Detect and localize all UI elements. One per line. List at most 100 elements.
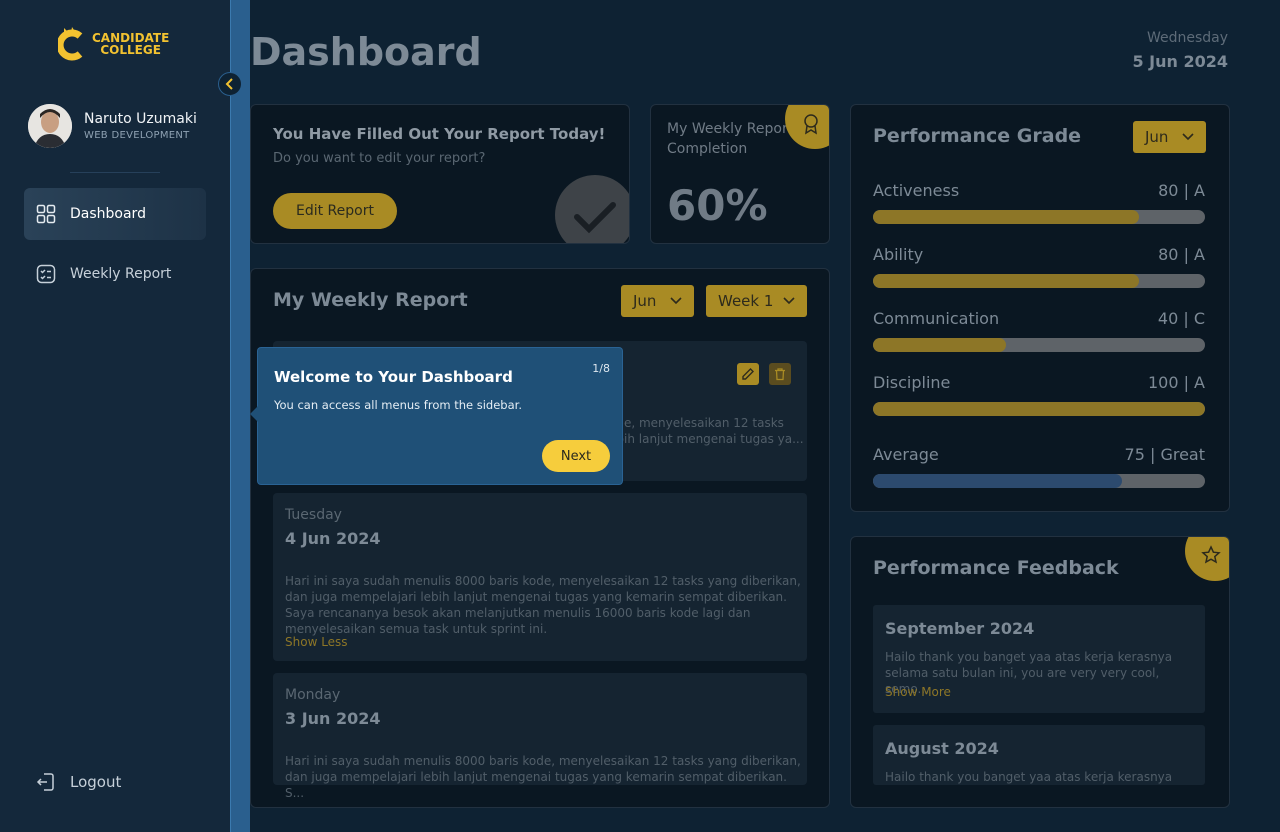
sidebar-item-label: Weekly Report (70, 266, 172, 282)
star-icon (1201, 545, 1221, 564)
metric-bar (873, 274, 1205, 288)
metric-name: Discipline (873, 373, 951, 392)
metric-bar (873, 338, 1205, 352)
report-filled-subtitle: Do you want to edit your report? (273, 151, 486, 166)
performance-grade-card: Performance Grade Jun Activeness 80 | A … (850, 104, 1230, 512)
feedback-item-september: September 2024 Hailo thank you banget ya… (873, 605, 1205, 713)
metric-activeness: Activeness 80 | A (873, 181, 1205, 224)
tooltip-next-button[interactable]: Next (542, 440, 610, 472)
report-day: Tuesday (285, 507, 342, 523)
report-text: Hari ini saya sudah menulis 8000 baris k… (285, 754, 801, 800)
edit-report-icon[interactable] (737, 363, 759, 385)
edit-report-button[interactable]: Edit Report (273, 193, 397, 229)
grid-icon (36, 204, 56, 224)
delete-report-icon[interactable] (769, 363, 791, 385)
date-day: Wednesday (1146, 30, 1228, 46)
metric-bar-fill (873, 338, 1006, 352)
performance-month-dropdown[interactable]: Jun (1133, 121, 1206, 153)
metric-bar (873, 402, 1205, 416)
feedback-text: Hailo thank you banget yaa atas kerja ke… (885, 770, 1173, 784)
metric-score: 100 | A (1147, 373, 1205, 392)
chevron-down-icon (1182, 133, 1194, 141)
metric-name: Communication (873, 309, 1000, 328)
performance-feedback-card: Performance Feedback September 2024 Hail… (850, 536, 1230, 808)
week-dropdown[interactable]: Week 1 (706, 285, 807, 317)
metric-bar-fill (873, 210, 1139, 224)
sidebar-item-label: Dashboard (70, 206, 146, 222)
sidebar-item-dashboard[interactable]: Dashboard (24, 188, 206, 240)
metric-score: 80 | A (1158, 245, 1205, 264)
week-dropdown-value: Week 1 (718, 292, 774, 310)
metric-ability: Ability 80 | A (873, 245, 1205, 288)
completion-label-line2: Completion (667, 141, 748, 157)
weekly-report-title: My Weekly Report (273, 289, 468, 311)
report-item-partial-text-1: ode, menyelesaikan 12 tasks (609, 416, 784, 430)
sidebar-item-weekly-report[interactable]: Weekly Report (24, 248, 206, 300)
user-role: WEB DEVELOPMENT (84, 130, 190, 141)
performance-grade-title: Performance Grade (873, 125, 1082, 147)
metric-average: Average 75 | Great (873, 445, 1205, 488)
tooltip-body: You can access all menus from the sideba… (274, 398, 522, 412)
metric-score: 80 | A (1158, 181, 1205, 200)
report-item-tuesday: Tuesday 4 Jun 2024 Hari ini saya sudah m… (273, 493, 807, 661)
sidebar-divider (70, 172, 160, 173)
report-item-partial-text-2: ebih lanjut mengenai tugas ya... (609, 432, 804, 446)
avatar-image (28, 104, 72, 148)
performance-month-value: Jun (1145, 128, 1169, 146)
metric-name: Average (873, 445, 939, 464)
user-name: Naruto Uzumaki (84, 111, 197, 127)
award-icon (804, 114, 818, 135)
sidebar-edge (230, 0, 250, 832)
metric-score: 75 | Great (1124, 445, 1205, 464)
month-dropdown-value: Jun (633, 292, 657, 310)
avatar (28, 104, 72, 148)
metric-name: Activeness (873, 181, 960, 200)
report-filled-title: You Have Filled Out Your Report Today! (273, 125, 606, 143)
report-filled-card: You Have Filled Out Your Report Today! D… (250, 104, 630, 244)
tooltip-step-counter: 1/8 (592, 362, 610, 375)
metric-score: 40 | C (1157, 309, 1205, 328)
metric-discipline: Discipline 100 | A (873, 373, 1205, 416)
feedback-month: August 2024 (885, 739, 999, 758)
chevron-left-icon (225, 78, 233, 90)
weekly-completion-card: My Weekly Report Completion 60% (650, 104, 830, 244)
metric-bar (873, 210, 1205, 224)
date-value: 5 Jun 2024 (1132, 52, 1228, 71)
user-profile: Naruto Uzumaki WEB DEVELOPMENT (28, 104, 197, 148)
tooltip-title: Welcome to Your Dashboard (274, 368, 513, 386)
collapse-sidebar-button[interactable] (218, 72, 242, 96)
performance-feedback-title: Performance Feedback (873, 557, 1119, 579)
checkmark-icon (555, 175, 629, 243)
completion-label-line1: My Weekly Report (667, 121, 794, 137)
candidate-college-logo-icon (58, 27, 83, 61)
logout-label: Logout (70, 773, 122, 791)
logout-button[interactable]: Logout (36, 772, 121, 792)
completion-value: 60% (667, 181, 768, 230)
checklist-icon (36, 264, 56, 284)
month-dropdown[interactable]: Jun (621, 285, 694, 317)
chevron-down-icon (670, 297, 682, 305)
report-day: Monday (285, 687, 341, 703)
report-text: Hari ini saya sudah menulis 8000 baris k… (285, 574, 801, 636)
feedback-month: September 2024 (885, 619, 1035, 638)
metric-bar-fill (873, 402, 1205, 416)
report-item-monday: Monday 3 Jun 2024 Hari ini saya sudah me… (273, 673, 807, 800)
metric-name: Ability (873, 245, 924, 264)
brand-line-2: COLLEGE (100, 43, 161, 57)
metric-communication: Communication 40 | C (873, 309, 1205, 352)
feedback-item-august: August 2024 Hailo thank you banget yaa a… (873, 725, 1205, 785)
onboarding-tooltip: Welcome to Your Dashboard You can access… (250, 348, 622, 484)
page-title: Dashboard (250, 30, 482, 74)
report-date: 4 Jun 2024 (285, 529, 381, 548)
show-more-link[interactable]: Show More (885, 685, 951, 699)
sidebar: CANDIDATE COLLEGE Naruto Uzumaki WEB DEV… (0, 0, 230, 832)
metric-bar-fill (873, 474, 1122, 488)
show-less-link[interactable]: Show Less (285, 635, 348, 649)
metric-bar (873, 474, 1205, 488)
logo[interactable]: CANDIDATE COLLEGE (58, 26, 169, 62)
current-date: Wednesday 5 Jun 2024 (1132, 30, 1228, 71)
metric-bar-fill (873, 274, 1139, 288)
logout-icon (36, 773, 54, 791)
report-date: 3 Jun 2024 (285, 709, 381, 728)
chevron-down-icon (783, 297, 795, 305)
